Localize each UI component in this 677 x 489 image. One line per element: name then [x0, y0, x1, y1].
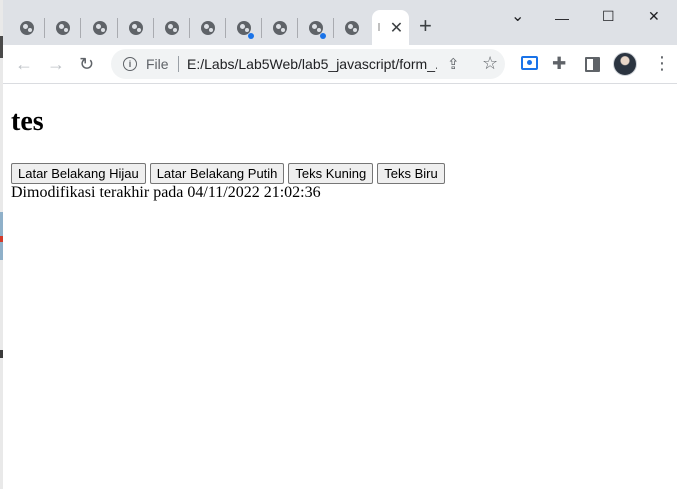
back-icon[interactable]: ← [15, 54, 33, 74]
close-window-button[interactable]: ✕ [648, 8, 660, 25]
tab[interactable] [82, 10, 118, 45]
yellow-text-button[interactable]: Teks Kuning [288, 163, 374, 184]
tab[interactable] [334, 10, 370, 45]
tab-search-icon[interactable]: ⌄ [511, 6, 524, 26]
globe-icon [345, 20, 359, 35]
side-panel-icon[interactable] [585, 57, 600, 72]
notification-dot [320, 33, 326, 39]
tab[interactable] [154, 10, 190, 45]
globe-icon [93, 20, 107, 35]
globe-icon [165, 20, 179, 35]
menu-icon[interactable]: ⋮ [653, 54, 671, 72]
globe-icon [273, 20, 287, 35]
url-text[interactable]: E:/Labs/Lab5Web/lab5_javascript/form_... [187, 56, 437, 72]
profile-avatar[interactable] [613, 52, 637, 76]
minimize-button[interactable]: — [555, 10, 569, 26]
new-tab-button[interactable]: + [419, 15, 432, 37]
globe-icon [20, 20, 34, 35]
forward-icon[interactable]: → [47, 54, 65, 74]
tab[interactable] [262, 10, 298, 45]
screen-capture-icon[interactable] [521, 56, 538, 70]
share-icon[interactable]: ⇪ [447, 55, 460, 73]
last-modified-text: Dimodifikasi terakhir pada 04/11/2022 21… [11, 184, 321, 201]
reload-icon[interactable]: ↻ [79, 54, 94, 74]
maximize-button[interactable]: ☐ [602, 8, 615, 25]
tab-close-icon[interactable]: ✕ [390, 18, 403, 38]
tab[interactable] [226, 10, 262, 45]
tab[interactable] [118, 10, 154, 45]
globe-icon [201, 20, 215, 35]
globe-icon [129, 20, 143, 35]
page-heading: tes [11, 106, 44, 137]
address-bar[interactable]: i File E:/Labs/Lab5Web/lab5_javascript/f… [111, 49, 505, 79]
tab[interactable] [45, 10, 81, 45]
browser-toolbar: ← → ↻ i File E:/Labs/Lab5Web/lab5_javasc… [3, 45, 677, 84]
tab[interactable] [298, 10, 334, 45]
tab[interactable] [190, 10, 226, 45]
globe-icon [56, 20, 70, 35]
tab-strip: ✕ + ⌄ — ☐ ✕ [3, 0, 677, 45]
notification-dot [248, 33, 254, 39]
page-content: tes Latar Belakang Hijau Latar Belakang … [3, 84, 677, 489]
tab-active[interactable]: ✕ [372, 10, 409, 45]
green-background-button[interactable]: Latar Belakang Hijau [11, 163, 146, 184]
browser-window: ✕ + ⌄ — ☐ ✕ ← → ↻ i File E:/Labs/Lab5Web… [3, 0, 677, 489]
bookmark-star-icon[interactable]: ☆ [482, 53, 498, 74]
white-background-button[interactable]: Latar Belakang Putih [149, 163, 285, 184]
scheme-label: File [146, 56, 169, 72]
blue-text-button[interactable]: Teks Biru [377, 163, 445, 184]
extensions-icon[interactable]: ✚ [552, 54, 566, 74]
info-icon[interactable]: i [123, 57, 137, 71]
tab[interactable] [9, 10, 45, 45]
button-row: Latar Belakang Hijau Latar Belakang Puti… [11, 163, 445, 184]
